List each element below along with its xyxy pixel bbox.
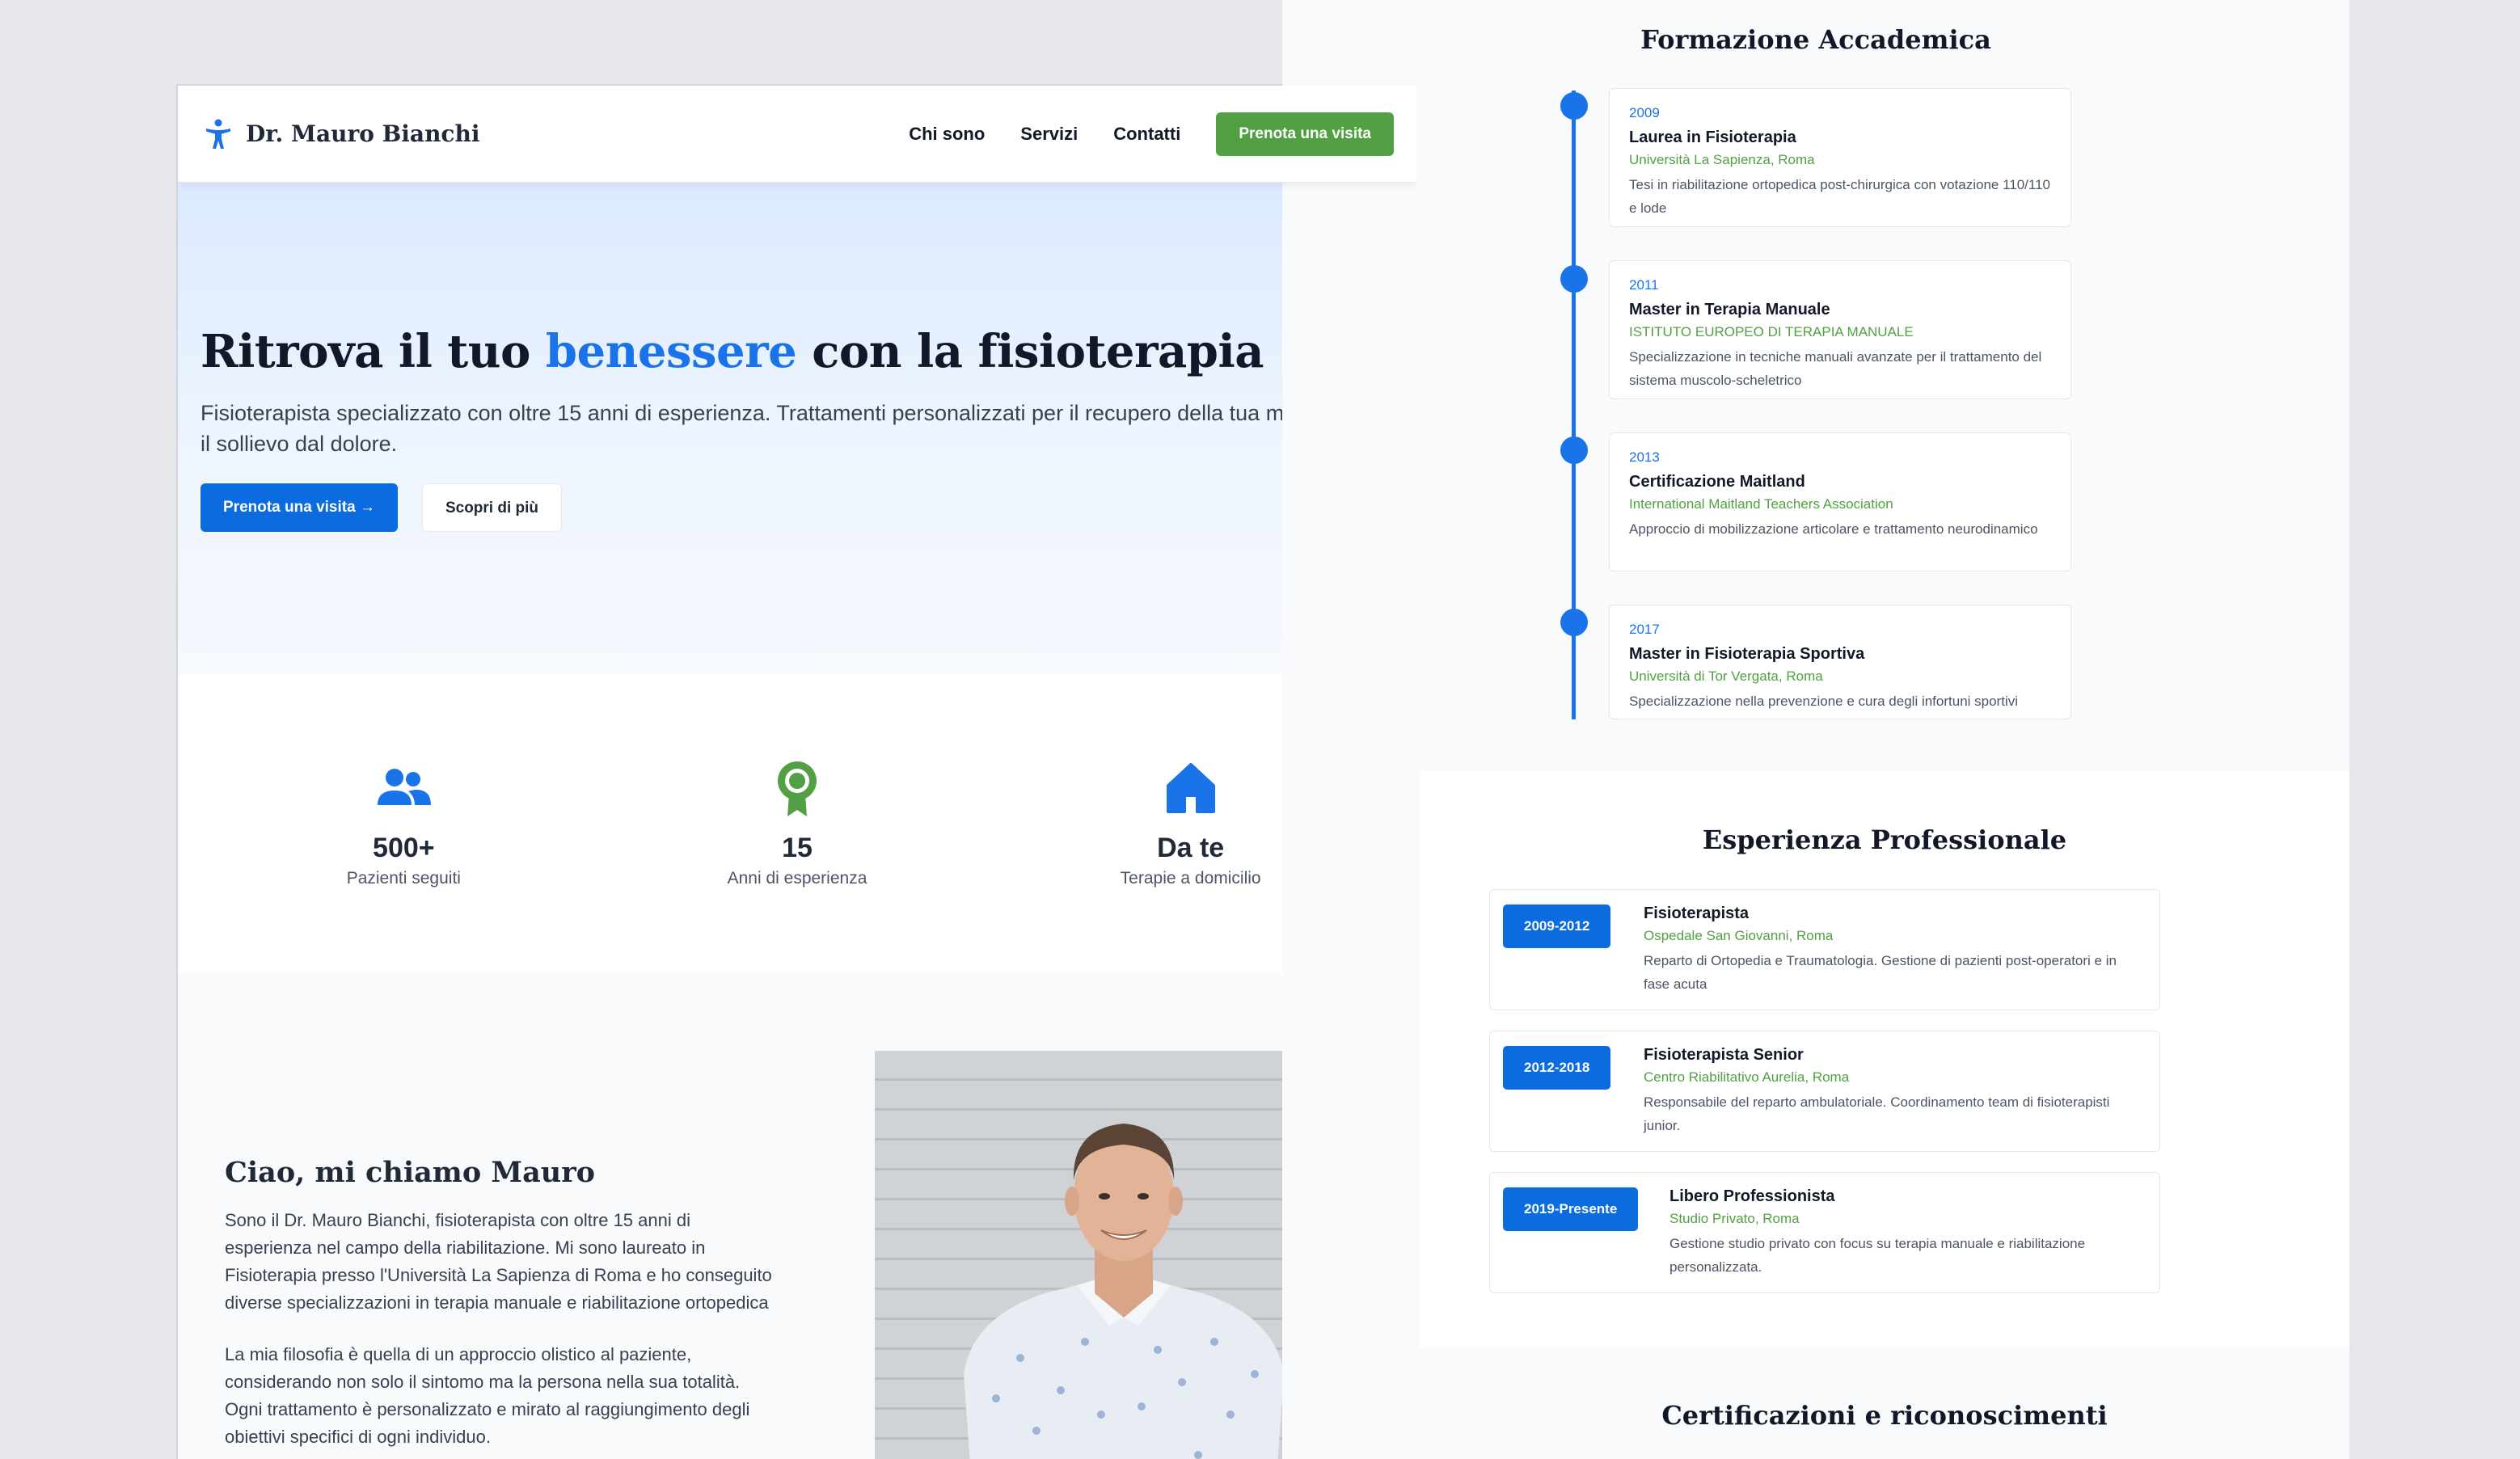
experience-employer: Studio Privato, Roma xyxy=(1669,1211,1800,1226)
curriculum-preview: Formazione Accademica 2009 Laurea in Fis… xyxy=(1282,0,2349,1459)
brand-name: Dr. Mauro Bianchi xyxy=(246,120,480,147)
education-title-item: Master in Fisioterapia Sportiva xyxy=(1629,645,1865,663)
experience-body: Fisioterapista Ospedale San Giovanni, Ro… xyxy=(1644,904,2145,996)
timeline-dot xyxy=(1560,609,1588,636)
education-year: 2011 xyxy=(1629,277,1659,293)
timeline-dot xyxy=(1560,265,1588,293)
education-description: Approccio di mobilizzazione articolare e… xyxy=(1629,521,2038,537)
education-card: 2013 Certificazione Maitland Internation… xyxy=(1609,432,2071,571)
award-icon xyxy=(777,761,817,816)
experience-card: 2009-2012 Fisioterapista Ospedale San Gi… xyxy=(1489,889,2160,1010)
timeline-dot xyxy=(1560,436,1588,464)
experience-description: Responsabile del reparto ambulatoriale. … xyxy=(1644,1094,2110,1133)
hero-title: Ritrova il tuo benessere con la fisioter… xyxy=(201,325,1392,378)
stats-section: 500+ Pazienti seguiti 15 Anni di esperie… xyxy=(178,674,1416,973)
stat-home-therapy: Da te Terapie a domicilio xyxy=(1062,758,1320,973)
education-institution: Università La Sapienza, Roma xyxy=(1629,152,1815,167)
education-title-item: Certificazione Maitland xyxy=(1629,473,1805,491)
education-title: Formazione Accademica xyxy=(1640,24,1991,55)
hero-title-post: con la fisioterapia xyxy=(796,325,1264,378)
navbar: Dr. Mauro Bianchi Chi sono Servizi Conta… xyxy=(178,86,1416,183)
brand[interactable]: Dr. Mauro Bianchi xyxy=(202,118,479,150)
education-description: Tesi in riabilitazione ortopedica post-c… xyxy=(1629,177,2051,216)
stat-value: 15 xyxy=(782,833,813,863)
hero-title-accent: benessere xyxy=(545,325,797,378)
timeline-dot xyxy=(1560,92,1588,120)
experience-description: Reparto di Ortopedia e Traumatologia. Ge… xyxy=(1644,953,2117,992)
about-section: Ciao, mi chiamo Mauro Sono il Dr. Mauro … xyxy=(178,973,1416,1459)
experience-employer: Centro Riabilitativo Aurelia, Roma xyxy=(1644,1069,1850,1085)
education-title-item: Laurea in Fisioterapia xyxy=(1629,129,1796,146)
stat-experience: 15 Anni di esperienza xyxy=(668,758,927,973)
education-year: 2017 xyxy=(1629,622,1660,637)
experience-body: Libero Professionista Studio Privato, Ro… xyxy=(1669,1187,2146,1279)
users-icon xyxy=(378,769,432,805)
about-title: Ciao, mi chiamo Mauro xyxy=(225,1156,596,1189)
education-institution: Università di Tor Vergata, Roma xyxy=(1629,668,1823,684)
hero-learn-more-button[interactable]: Scopri di più xyxy=(421,483,563,532)
hero-book-visit-button[interactable]: Prenota una visita → xyxy=(201,483,398,532)
education-institution: International Maitland Teachers Associat… xyxy=(1629,496,1893,512)
education-description: Specializzazione nella prevenzione e cur… xyxy=(1629,694,2018,709)
experience-role: Fisioterapista xyxy=(1644,904,1750,922)
about-text: Ciao, mi chiamo Mauro Sono il Dr. Mauro … xyxy=(225,1156,775,1451)
hero-title-pre: Ritrova il tuo xyxy=(201,325,546,378)
hero-buttons: Prenota una visita → Scopri di più xyxy=(201,483,1392,532)
education-year: 2013 xyxy=(1629,449,1660,465)
hero-subtitle: Fisioterapista specializzato con oltre 1… xyxy=(201,401,1360,456)
experience-period-badge: 2019-Presente xyxy=(1503,1187,1639,1231)
nav-book-visit-button[interactable]: Prenota una visita xyxy=(1216,112,1394,156)
experience-title: Esperienza Professionale xyxy=(1702,824,2067,855)
certifications-title: Certificazioni e riconoscimenti xyxy=(1661,1400,2108,1431)
experience-card: 2019-Presente Libero Professionista Stud… xyxy=(1489,1172,2160,1293)
nav-link-servizi[interactable]: Servizi xyxy=(1020,124,1078,145)
accessibility-person-icon xyxy=(206,119,230,149)
experience-card: 2012-2018 Fisioterapista Senior Centro R… xyxy=(1489,1031,2160,1152)
education-card: 2009 Laurea in Fisioterapia Università L… xyxy=(1609,88,2071,227)
education-card: 2011 Master in Terapia Manuale ISTITUTO … xyxy=(1609,260,2071,399)
home-icon xyxy=(1166,763,1215,813)
hero-section: Ritrova il tuo benessere con la fisioter… xyxy=(178,183,1416,674)
about-paragraph-2: La mia filosofia è quella di un approcci… xyxy=(225,1344,750,1447)
experience-period-badge: 2009-2012 xyxy=(1503,904,1611,948)
about-paragraph-1: Sono il Dr. Mauro Bianchi, fisioterapist… xyxy=(225,1210,772,1313)
homepage-preview: Dr. Mauro Bianchi Chi sono Servizi Conta… xyxy=(176,84,1418,1459)
nav-link-contatti[interactable]: Contatti xyxy=(1113,124,1180,145)
experience-description: Gestione studio privato con focus su ter… xyxy=(1669,1236,2086,1275)
stat-label: Anni di esperienza xyxy=(727,869,867,888)
stat-patients: 500+ Pazienti seguiti xyxy=(274,758,533,973)
stat-label: Terapie a domicilio xyxy=(1120,869,1261,888)
experience-body: Fisioterapista Senior Centro Riabilitati… xyxy=(1644,1046,2145,1137)
stat-value: 500+ xyxy=(373,833,435,863)
nav-links: Chi sono Servizi Contatti Prenota una vi… xyxy=(909,112,1394,156)
education-card: 2017 Master in Fisioterapia Sportiva Uni… xyxy=(1609,605,2071,719)
experience-role: Libero Professionista xyxy=(1669,1187,1835,1205)
education-title-item: Master in Terapia Manuale xyxy=(1629,301,1830,318)
stat-label: Pazienti seguiti xyxy=(346,869,461,888)
experience-role: Fisioterapista Senior xyxy=(1644,1046,1804,1064)
education-institution: ISTITUTO EUROPEO DI TERAPIA MANUALE xyxy=(1629,324,1914,339)
stat-value: Da te xyxy=(1157,833,1225,863)
education-year: 2009 xyxy=(1629,105,1660,120)
experience-period-badge: 2012-2018 xyxy=(1503,1046,1611,1090)
experience-employer: Ospedale San Giovanni, Roma xyxy=(1644,928,1834,943)
education-description: Specializzazione in tecniche manuali ava… xyxy=(1629,349,2042,388)
nav-link-chi-sono[interactable]: Chi sono xyxy=(909,124,985,145)
